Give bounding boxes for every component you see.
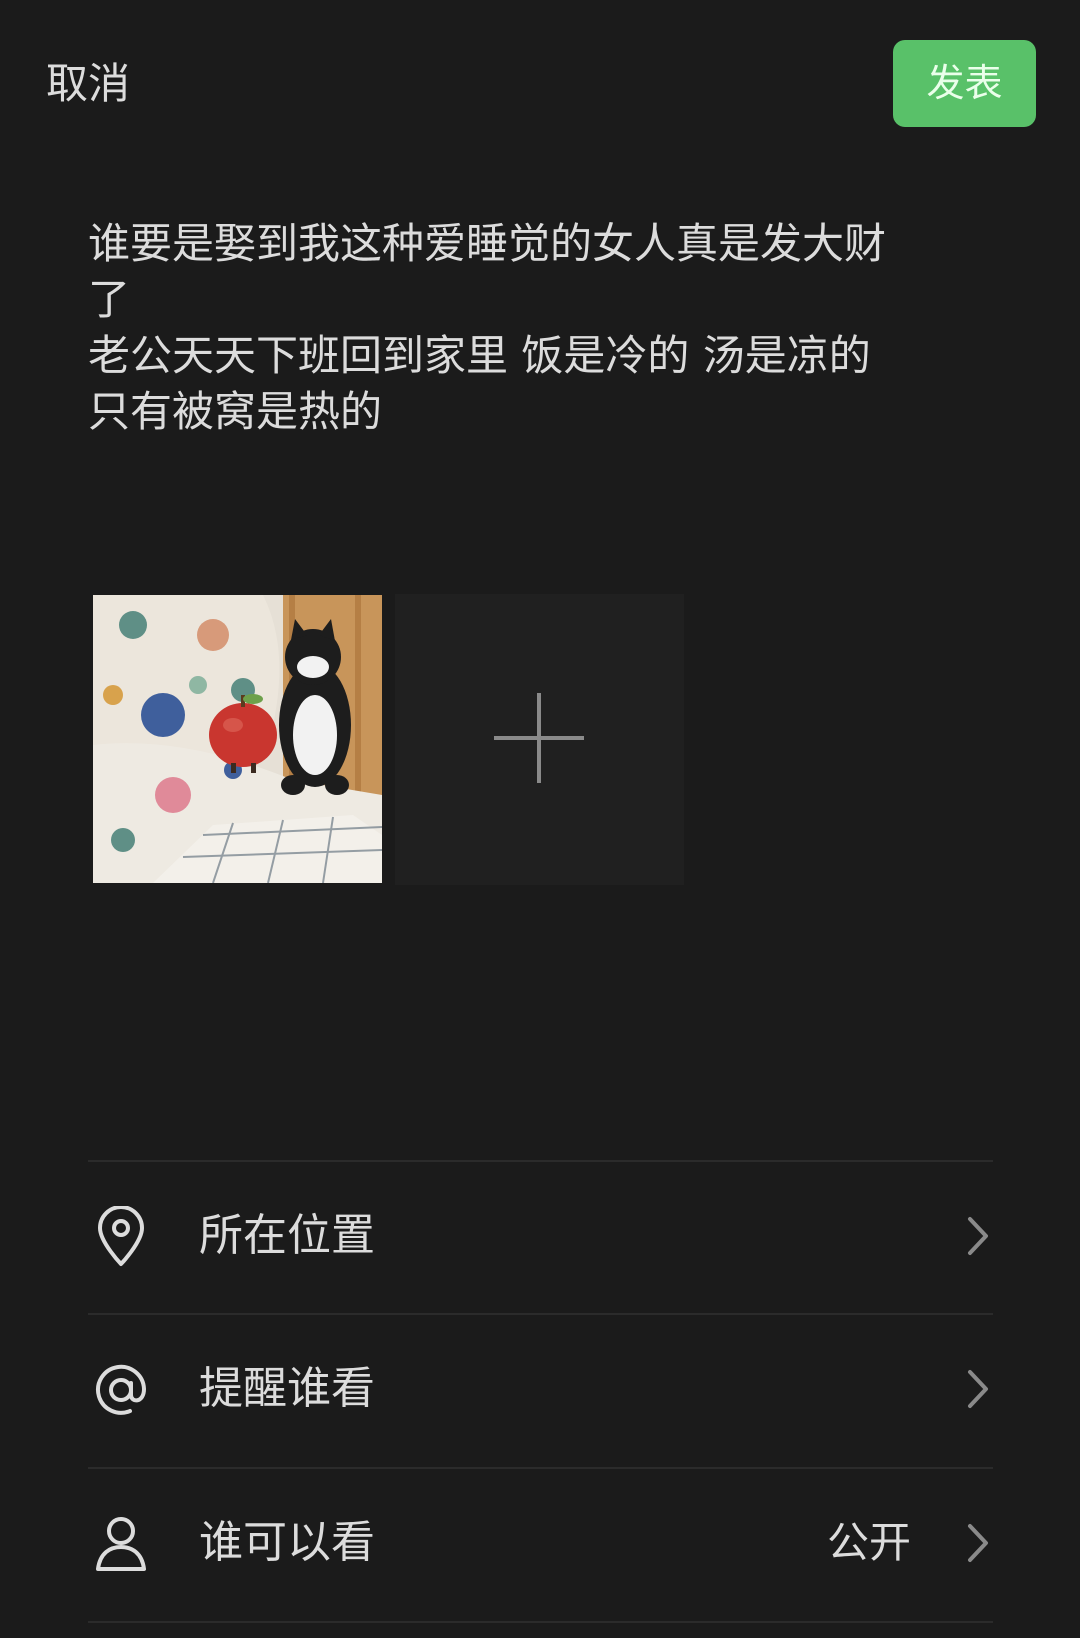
post-text-line: 了 [88,275,131,324]
chevron-right-icon [968,1524,988,1562]
visibility-row[interactable]: 谁可以看 公开 [88,1469,993,1619]
mention-label: 提醒谁看 [199,1363,375,1414]
post-text-line: 只有被窝是热的 [88,387,383,436]
chevron-right-icon [968,1370,988,1408]
chevron-right-icon [968,1217,988,1255]
location-pin-icon [98,1206,144,1266]
photo-bed-plush-toys [93,595,382,883]
plus-icon [494,693,584,783]
post-text-input[interactable]: 谁要是娶到我这种爱睡觉的女人真是发大财 了 老公天天下班回到家里 饭是冷的 汤是… [88,216,978,440]
visibility-label: 谁可以看 [199,1517,375,1568]
add-photo-button[interactable] [395,594,684,885]
publish-button[interactable]: 发表 [893,40,1036,127]
post-text-line: 谁要是娶到我这种爱睡觉的女人真是发大财 [88,219,887,268]
divider [88,1621,993,1623]
at-sign-icon [96,1364,147,1415]
photo-thumbnail[interactable] [93,595,382,883]
post-text-line: 老公天天下班回到家里 饭是冷的 汤是凉的 [88,331,871,380]
location-row[interactable]: 所在位置 [88,1162,993,1312]
location-label: 所在位置 [199,1210,375,1261]
cancel-button[interactable]: 取消 [46,56,130,112]
mention-row[interactable]: 提醒谁看 [88,1315,993,1465]
visibility-value: 公开 [826,1518,911,1567]
person-icon [96,1517,146,1571]
